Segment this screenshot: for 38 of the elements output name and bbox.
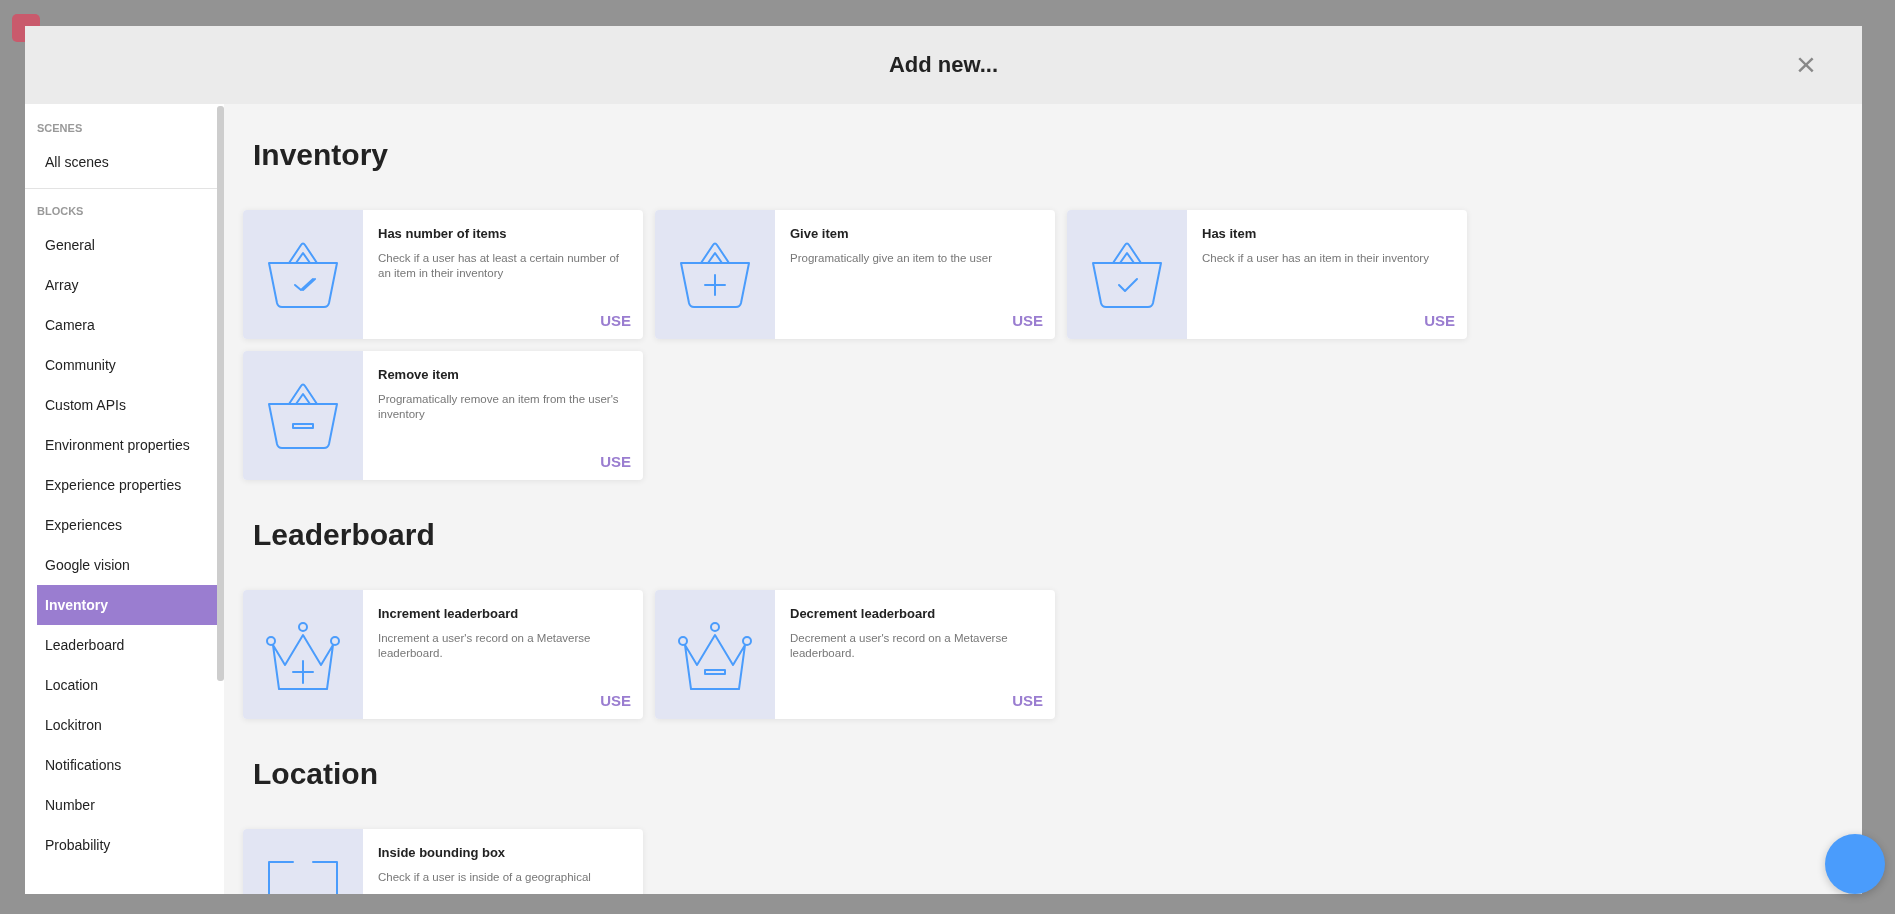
sidebar-item[interactable]: Custom APIs — [37, 385, 217, 425]
sidebar-item[interactable]: Number — [37, 785, 217, 825]
card-title: Increment leaderboard — [378, 606, 520, 621]
sidebar-heading: SCENES — [36, 121, 84, 136]
card-description: Decrement a user's record on a Metaverse leaderboard. — [790, 631, 1009, 661]
sidebar-item[interactable]: Experience properties — [37, 465, 217, 505]
sidebar-item[interactable]: Experiences — [37, 505, 217, 545]
card-title: Inside bounding box — [378, 845, 507, 860]
card-description: Check if a user has at least a certain number of an item in their inventory — [378, 251, 620, 281]
section-title: Leaderboard — [253, 517, 436, 553]
sidebar-item[interactable]: Notifications — [37, 745, 217, 785]
card-title: Remove item — [378, 367, 460, 382]
section-title: Inventory — [253, 137, 390, 173]
card-title: Has number of items — [378, 226, 508, 241]
card-description: Programatically remove an item from the user's inventory — [378, 392, 620, 422]
card-description: Programatically give an item to the user — [790, 251, 993, 266]
sidebar-item[interactable]: Community — [37, 345, 217, 385]
card-description: Increment a user's record on a Metaverse leaderboard. — [378, 631, 592, 661]
card-description: Check if a user is inside of a geographical — [378, 870, 592, 885]
sidebar-item[interactable]: Environment properties — [37, 425, 217, 465]
sidebar-item[interactable]: Camera — [37, 305, 217, 345]
sidebar-heading: BLOCKS — [36, 204, 85, 219]
dialog-title: Add new... — [888, 52, 999, 78]
sidebar-item[interactable]: All scenes — [37, 142, 217, 182]
sidebar-item[interactable]: Leaderboard — [37, 625, 217, 665]
sidebar-item[interactable]: Location — [37, 665, 217, 705]
floating-action-button[interactable] — [1825, 834, 1885, 894]
sidebar-item[interactable]: General — [37, 225, 217, 265]
card-title: Has item — [1202, 226, 1258, 241]
section-title: Location — [253, 756, 379, 792]
scrollbar-thumb[interactable] — [217, 106, 224, 681]
sidebar-item[interactable]: Probability — [37, 825, 217, 865]
card-title: Decrement leaderboard — [790, 606, 937, 621]
sidebar-item[interactable]: Lockitron — [37, 705, 217, 745]
card-description: Check if a user has an item in their inventory — [1202, 251, 1430, 266]
sidebar-item[interactable]: Array — [37, 265, 217, 305]
card-title: Give item — [790, 226, 850, 241]
sidebar-item[interactable]: Google vision — [37, 545, 217, 585]
